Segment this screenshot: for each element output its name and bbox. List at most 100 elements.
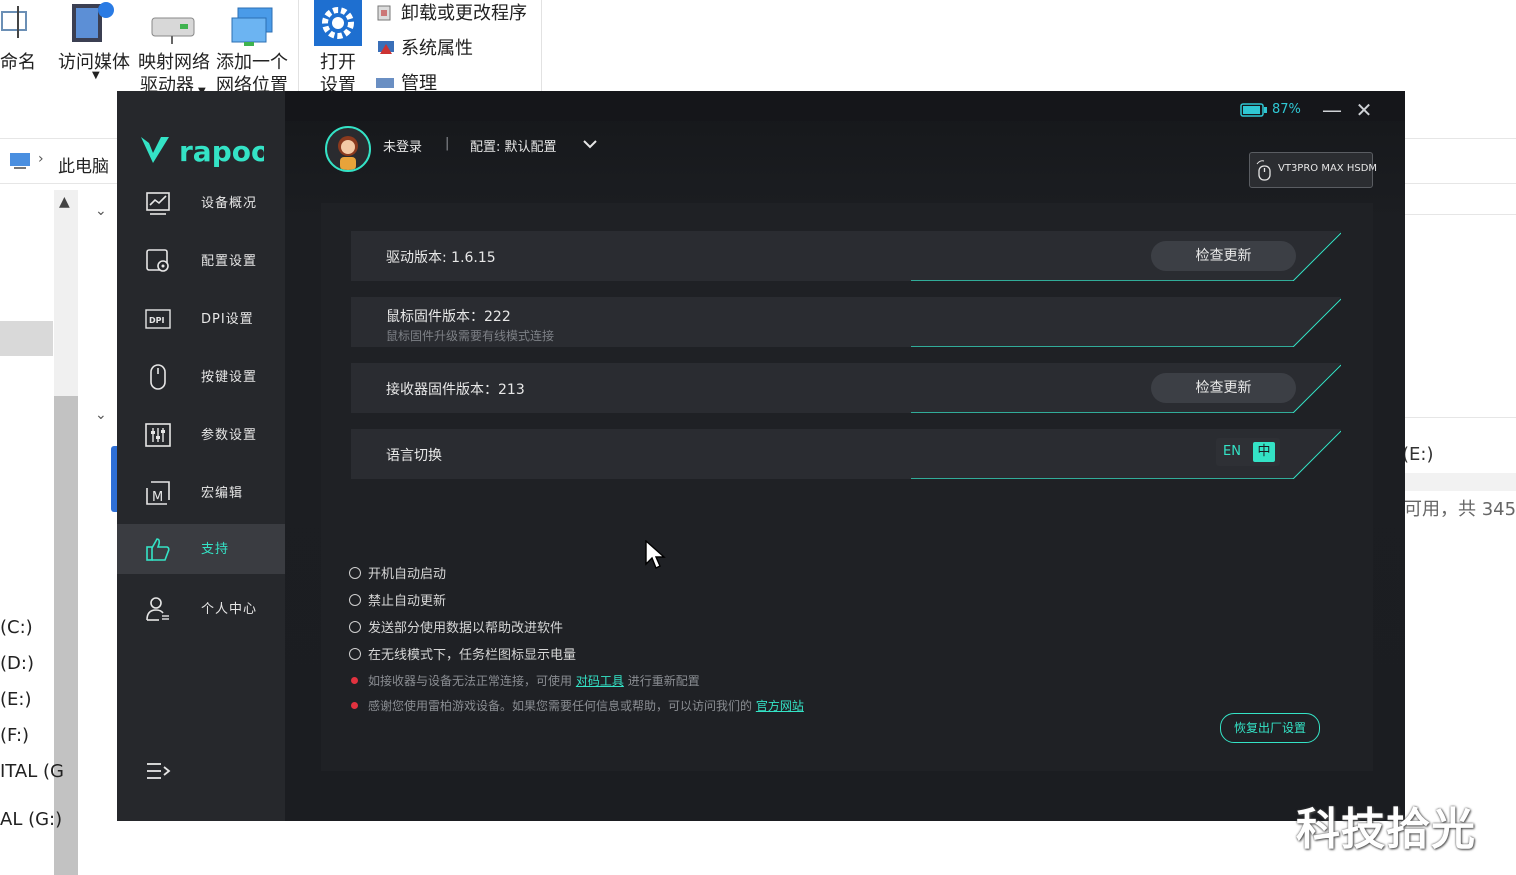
lang-option-en[interactable]: EN bbox=[1223, 444, 1241, 459]
mouse-firmware-text: 鼠标固件版本：222 bbox=[386, 309, 511, 325]
drive-free-space: 可用，共 345 bbox=[1404, 499, 1516, 520]
dropdown-arrow-icon: ▼ bbox=[92, 70, 100, 81]
receiver-firmware-text: 接收器固件版本：213 bbox=[386, 382, 525, 398]
sidebar-item-button-settings[interactable]: 按键设置 bbox=[117, 352, 285, 402]
rename-button[interactable]: 命名 bbox=[0, 51, 36, 74]
option-disable-auto-update[interactable]: 禁止自动更新 bbox=[349, 590, 446, 609]
scroll-up-icon[interactable]: ▲ bbox=[59, 194, 70, 210]
user-center-icon bbox=[146, 597, 169, 621]
pairing-note-suffix: 进行重新配置 bbox=[627, 674, 700, 688]
check-update-button[interactable]: 检查更新 bbox=[1151, 373, 1296, 403]
sidebar-item-label: 参数设置 bbox=[201, 428, 258, 443]
thumbs-up-icon bbox=[146, 538, 170, 561]
media-icon bbox=[72, 2, 114, 42]
drive-g[interactable]: AL (G:) bbox=[0, 809, 62, 830]
option-tray-battery[interactable]: 在无线模式下，任务栏图标显示电量 bbox=[349, 644, 576, 663]
option-label: 禁止自动更新 bbox=[368, 594, 447, 609]
map-network-drive-button[interactable]: 映射网络 bbox=[138, 51, 210, 74]
lang-option-zh[interactable]: 中 bbox=[1253, 442, 1275, 462]
config-settings-icon bbox=[146, 249, 169, 272]
pairing-note: 如接收器与设备无法正常连接，可使用 对码工具 进行重新配置 bbox=[351, 672, 700, 689]
collapse-menu-icon[interactable] bbox=[145, 761, 171, 783]
option-send-usage-data[interactable]: 发送部分使用数据以帮助改进软件 bbox=[349, 617, 563, 636]
network-location-icon bbox=[231, 7, 273, 46]
device-overview-icon bbox=[146, 192, 170, 215]
driver-version-text: 驱动版本: 1.6.15 bbox=[386, 250, 496, 266]
rapoo-app-window: rapoo 设备概况 配置设置 DPI DPI设置 按键设置 参数设置 M 宏编… bbox=[117, 91, 1405, 821]
system-properties-link[interactable]: 系统属性 bbox=[401, 37, 473, 60]
wireless-mouse-icon bbox=[1256, 160, 1271, 181]
sidebar-item-support[interactable]: 支持 bbox=[117, 524, 285, 574]
drive-d[interactable]: (D:) bbox=[0, 653, 34, 674]
official-website-link[interactable]: 官方网站 bbox=[756, 699, 804, 713]
chevron-down-icon[interactable] bbox=[583, 139, 597, 149]
uninstall-programs-link[interactable]: 卸载或更改程序 bbox=[401, 2, 527, 25]
content-pane bbox=[1405, 184, 1516, 875]
drive-f[interactable]: (F:) bbox=[0, 725, 29, 746]
sliders-icon bbox=[145, 423, 171, 447]
drive-g-digital[interactable]: ITAL (G bbox=[0, 761, 64, 782]
support-panel: 驱动版本: 1.6.15 检查更新 鼠标固件版本：222 鼠标固件升级需要有线模… bbox=[321, 203, 1373, 771]
pairing-tool-link[interactable]: 对码工具 bbox=[576, 674, 624, 688]
sidebar-item-macro-editor[interactable]: M 宏编辑 bbox=[117, 468, 285, 518]
radio-icon[interactable] bbox=[349, 594, 361, 606]
language-label: 语言切换 bbox=[386, 448, 442, 464]
sidebar-item-dpi[interactable]: DPI DPI设置 bbox=[117, 294, 285, 344]
radio-icon[interactable] bbox=[349, 567, 361, 579]
login-status[interactable]: 未登录 bbox=[383, 136, 422, 155]
sidebar-item-label: 支持 bbox=[201, 542, 230, 557]
chevron-down-icon[interactable]: ⌄ bbox=[95, 407, 107, 423]
macro-icon: M bbox=[146, 481, 170, 505]
network-drive-icon bbox=[151, 17, 195, 44]
sidebar-item-label: 设备概况 bbox=[201, 196, 258, 211]
battery-level: 87% bbox=[1272, 102, 1301, 117]
thanks-note: 感谢您使用雷柏游戏设备。如果您需要任何信息或帮助，可以访问我们的 官方网站 bbox=[351, 697, 804, 714]
main-area: 87% — ✕ 未登录 | 配置: 默认配置 VT3PRO MAX HSDM 驱… bbox=[285, 91, 1405, 821]
add-network-location-button[interactable]: 添加一个 bbox=[216, 51, 288, 74]
selected-nav-highlight bbox=[0, 321, 53, 356]
language-toggle[interactable]: EN 中 bbox=[1216, 438, 1280, 466]
option-label: 发送部分使用数据以帮助改进软件 bbox=[368, 621, 564, 636]
drive-e-label[interactable]: (E:) bbox=[1402, 444, 1433, 465]
sidebar-item-label: 宏编辑 bbox=[201, 486, 244, 501]
profile-selector[interactable]: 配置: 默认配置 bbox=[470, 136, 557, 155]
device-selector[interactable]: VT3PRO MAX HSDM bbox=[1249, 152, 1377, 188]
language-row: 语言切换 EN 中 bbox=[351, 429, 1341, 479]
computer-icon bbox=[10, 153, 30, 169]
sidebar-item-label: 个人中心 bbox=[201, 602, 258, 617]
sidebar-item-user-center[interactable]: 个人中心 bbox=[117, 584, 285, 634]
device-name: VT3PRO MAX HSDM bbox=[1278, 163, 1378, 174]
radio-icon[interactable] bbox=[349, 621, 361, 633]
sidebar-item-label: DPI设置 bbox=[201, 312, 254, 327]
breadcrumb-this-pc[interactable]: 此电脑 bbox=[58, 152, 109, 177]
factory-reset-button[interactable]: 恢复出厂设置 bbox=[1220, 713, 1320, 743]
option-label: 在无线模式下，任务栏图标显示电量 bbox=[368, 648, 577, 663]
open-settings-button[interactable]: 打开 bbox=[320, 51, 356, 74]
svg-text:M: M bbox=[152, 490, 163, 505]
radio-icon[interactable] bbox=[349, 648, 361, 660]
chevron-down-icon[interactable]: ⌄ bbox=[95, 203, 107, 219]
drive-c[interactable]: (C:) bbox=[0, 617, 33, 638]
dpi-icon: DPI bbox=[145, 309, 171, 329]
sidebar-item-parameter-settings[interactable]: 参数设置 bbox=[117, 410, 285, 460]
sidebar-item-label: 配置设置 bbox=[201, 254, 258, 269]
svg-text:rapoo: rapoo bbox=[179, 135, 264, 167]
receiver-firmware-row: 接收器固件版本：213 检查更新 bbox=[351, 363, 1341, 413]
check-update-button[interactable]: 检查更新 bbox=[1151, 241, 1296, 271]
thanks-note-text: 感谢您使用雷柏游戏设备。如果您需要任何信息或帮助，可以访问我们的 bbox=[368, 699, 753, 713]
rapoo-logo-mark: rapoo bbox=[141, 135, 270, 168]
drive-e[interactable]: (E:) bbox=[0, 689, 31, 710]
mouse-button-icon bbox=[150, 364, 166, 390]
red-dot-icon bbox=[351, 702, 358, 709]
sidebar-item-config-settings[interactable]: 配置设置 bbox=[117, 236, 285, 286]
close-button[interactable]: ✕ bbox=[1353, 99, 1375, 121]
minimize-button[interactable]: — bbox=[1321, 99, 1343, 121]
user-avatar-icon bbox=[338, 136, 358, 170]
sidebar-item-device-overview[interactable]: 设备概况 bbox=[117, 178, 285, 228]
avatar[interactable] bbox=[325, 126, 371, 172]
option-auto-start[interactable]: 开机自动启动 bbox=[349, 563, 446, 582]
option-label: 开机自动启动 bbox=[368, 567, 447, 582]
scrollbar-thumb[interactable] bbox=[54, 396, 78, 875]
mouse-firmware-row: 鼠标固件版本：222 鼠标固件升级需要有线模式连接 bbox=[351, 297, 1341, 347]
pairing-note-text: 如接收器与设备无法正常连接，可使用 bbox=[368, 674, 573, 688]
